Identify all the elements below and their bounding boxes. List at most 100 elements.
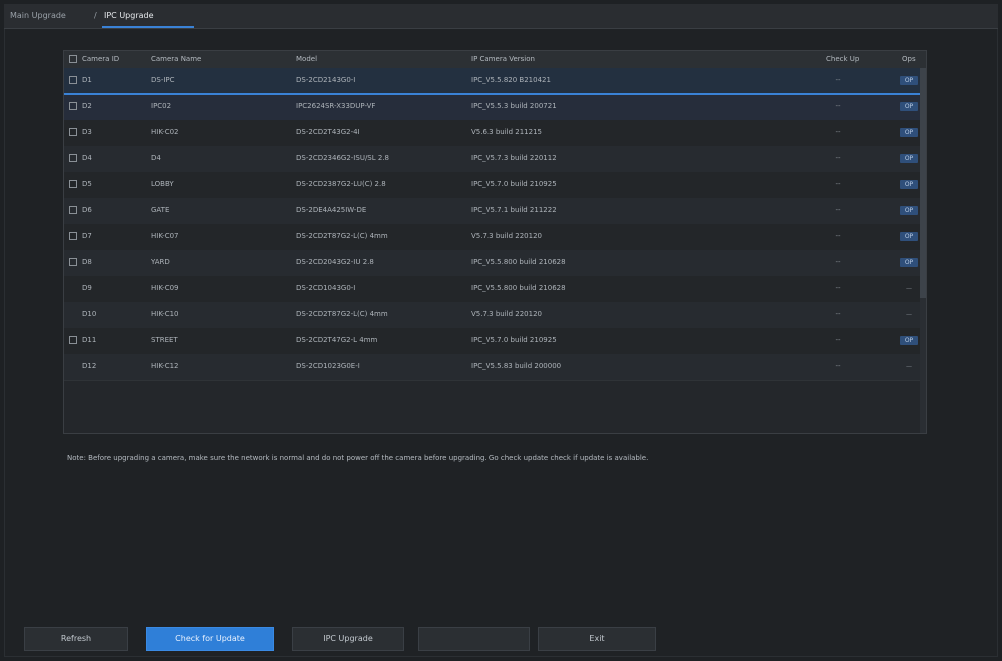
op-button[interactable]: OP bbox=[900, 128, 918, 137]
model-cell: DS-2CD2346G2-ISU/SL 2.8 bbox=[296, 154, 389, 162]
camera-id-cell: D5 bbox=[82, 180, 92, 188]
camera-id-cell: D11 bbox=[82, 336, 97, 344]
disabled-button bbox=[418, 627, 530, 651]
model-cell: DS-2CD1043G0-I bbox=[296, 284, 356, 292]
table-row[interactable]: D8 YARD DS-2CD2043G2-IU 2.8 IPC_V5.5.800 bu… bbox=[64, 250, 926, 277]
camera-id-cell: D9 bbox=[82, 284, 92, 292]
check-up-cell: -- bbox=[835, 336, 841, 344]
op-button: — bbox=[906, 285, 912, 292]
header-check-up: Check Up bbox=[826, 55, 860, 63]
table-row[interactable]: D2 IPC02 IPC2624SR-X33DUP-VF IPC_V5.5.3 bui… bbox=[64, 94, 926, 121]
row-checkbox[interactable] bbox=[69, 102, 77, 110]
camera-name-cell: YARD bbox=[151, 258, 170, 266]
camera-id-cell: D1 bbox=[82, 76, 92, 84]
row-checkbox[interactable] bbox=[69, 128, 77, 136]
op-button[interactable]: OP bbox=[900, 206, 918, 215]
op-button[interactable]: OP bbox=[900, 232, 918, 241]
table-row[interactable]: D6 GATE DS-2DE4A425IW-DE IPC_V5.7.1 build 2… bbox=[64, 198, 926, 225]
breadcrumb-home[interactable]: Main Upgrade bbox=[10, 11, 66, 20]
button-bar: Refresh Check for Update IPC Upgrade Exi… bbox=[4, 627, 998, 653]
camera-name-cell: LOBBY bbox=[151, 180, 174, 188]
row-checkbox[interactable] bbox=[69, 154, 77, 162]
table-row[interactable]: D12 HIK-C12 DS-2CD1023G0E-I IPC_V5.5.83 bui… bbox=[64, 354, 926, 381]
op-button[interactable]: OP bbox=[900, 102, 918, 111]
header-camera-id[interactable]: Camera ID bbox=[82, 55, 119, 63]
camera-id-cell: D12 bbox=[82, 362, 97, 370]
row-checkbox[interactable] bbox=[69, 258, 77, 266]
breadcrumb: Main Upgrade / IPC Upgrade bbox=[4, 4, 998, 29]
breadcrumb-separator: / bbox=[94, 11, 97, 20]
check-up-cell: -- bbox=[835, 128, 841, 136]
model-cell: DS-2DE4A425IW-DE bbox=[296, 206, 367, 214]
check-up-cell: -- bbox=[835, 310, 841, 318]
camera-name-cell: IPC02 bbox=[151, 102, 172, 110]
header-version[interactable]: IP Camera Version bbox=[471, 55, 535, 63]
model-cell: DS-2CD1023G0E-I bbox=[296, 362, 360, 370]
row-checkbox[interactable] bbox=[69, 180, 77, 188]
active-tab-underline bbox=[102, 26, 194, 28]
exit-button[interactable]: Exit bbox=[538, 627, 656, 651]
row-checkbox[interactable] bbox=[69, 336, 77, 344]
op-button[interactable]: OP bbox=[900, 258, 918, 267]
model-cell: DS-2CD2T47G2-L 4mm bbox=[296, 336, 378, 344]
table-row[interactable]: D4 D4 DS-2CD2346G2-ISU/SL 2.8 IPC_V5.7.3 bu… bbox=[64, 146, 926, 173]
version-cell: IPC_V5.7.0 build 210925 bbox=[471, 336, 557, 344]
version-cell: IPC_V5.7.0 build 210925 bbox=[471, 180, 557, 188]
version-cell: IPC_V5.7.3 build 220112 bbox=[471, 154, 557, 162]
version-cell: IPC_V5.7.1 build 211222 bbox=[471, 206, 557, 214]
model-cell: DS-2CD2T87G2-L(C) 4mm bbox=[296, 232, 388, 240]
table-row[interactable]: D10 HIK-C10 DS-2CD2T87G2-L(C) 4mm V5.7.3 bu… bbox=[64, 302, 926, 329]
camera-id-cell: D2 bbox=[82, 102, 92, 110]
check-up-cell: -- bbox=[835, 180, 841, 188]
check-up-cell: -- bbox=[835, 284, 841, 292]
table-row[interactable]: D9 HIK-C09 DS-2CD1043G0-I IPC_V5.5.800 buil… bbox=[64, 276, 926, 303]
row-checkbox[interactable] bbox=[69, 232, 77, 240]
table-row[interactable]: D5 LOBBY DS-2CD2387G2-LU(C) 2.8 IPC_V5.7.0 … bbox=[64, 172, 926, 199]
table-row[interactable]: D7 HIK-C07 DS-2CD2T87G2-L(C) 4mm V5.7.3 bui… bbox=[64, 224, 926, 251]
op-button[interactable]: OP bbox=[900, 336, 918, 345]
op-button[interactable]: OP bbox=[900, 154, 918, 163]
version-cell: V5.6.3 build 211215 bbox=[471, 128, 542, 136]
breadcrumb-active[interactable]: IPC Upgrade bbox=[104, 11, 154, 20]
camera-id-cell: D6 bbox=[82, 206, 92, 214]
select-all-checkbox[interactable] bbox=[69, 55, 77, 63]
version-cell: IPC_V5.5.3 build 200721 bbox=[471, 102, 557, 110]
upgrade-note: Note: Before upgrading a camera, make su… bbox=[67, 454, 649, 462]
camera-name-cell: HIK-C02 bbox=[151, 128, 179, 136]
table-row[interactable]: D1 DS-IPC DS-2CD2143G0-I IPC_V5.5.820 B2104… bbox=[64, 68, 926, 95]
camera-id-cell: D4 bbox=[82, 154, 92, 162]
camera-name-cell: DS-IPC bbox=[151, 76, 175, 84]
ipc-upgrade-button[interactable]: IPC Upgrade bbox=[292, 627, 404, 651]
model-cell: DS-2CD2043G2-IU 2.8 bbox=[296, 258, 374, 266]
op-button[interactable]: OP bbox=[900, 180, 918, 189]
row-checkbox[interactable] bbox=[69, 206, 77, 214]
table-row[interactable]: D11 STREET DS-2CD2T47G2-L 4mm IPC_V5.7.0 bu… bbox=[64, 328, 926, 355]
check-update-button[interactable]: Check for Update bbox=[146, 627, 274, 651]
camera-name-cell: HIK-C07 bbox=[151, 232, 179, 240]
check-up-cell: -- bbox=[835, 76, 841, 84]
check-up-cell: -- bbox=[835, 232, 841, 240]
camera-id-cell: D10 bbox=[82, 310, 97, 318]
camera-id-cell: D3 bbox=[82, 128, 92, 136]
header-ops: Ops bbox=[902, 55, 916, 63]
camera-name-cell: HIK-C10 bbox=[151, 310, 179, 318]
header-model[interactable]: Model bbox=[296, 55, 317, 63]
op-button[interactable]: OP bbox=[900, 76, 918, 85]
version-cell: V5.7.3 build 220120 bbox=[471, 310, 542, 318]
camera-name-cell: GATE bbox=[151, 206, 170, 214]
selected-row-indicator bbox=[64, 93, 926, 95]
table-row[interactable]: D3 HIK-C02 DS-2CD2T43G2-4I V5.6.3 build 211… bbox=[64, 120, 926, 147]
op-button: — bbox=[906, 363, 912, 370]
camera-id-cell: D8 bbox=[82, 258, 92, 266]
model-cell: DS-2CD2T87G2-L(C) 4mm bbox=[296, 310, 388, 318]
model-cell: DS-2CD2387G2-LU(C) 2.8 bbox=[296, 180, 386, 188]
model-cell: IPC2624SR-X33DUP-VF bbox=[296, 102, 376, 110]
version-cell: IPC_V5.5.800 build 210628 bbox=[471, 284, 566, 292]
refresh-button[interactable]: Refresh bbox=[24, 627, 128, 651]
scrollbar-thumb[interactable] bbox=[920, 68, 926, 298]
table-header: Camera ID Camera Name Model IP Camera Ve… bbox=[64, 51, 926, 69]
header-camera-name[interactable]: Camera Name bbox=[151, 55, 201, 63]
row-checkbox[interactable] bbox=[69, 76, 77, 84]
model-cell: DS-2CD2T43G2-4I bbox=[296, 128, 360, 136]
camera-table: Camera ID Camera Name Model IP Camera Ve… bbox=[63, 50, 927, 434]
